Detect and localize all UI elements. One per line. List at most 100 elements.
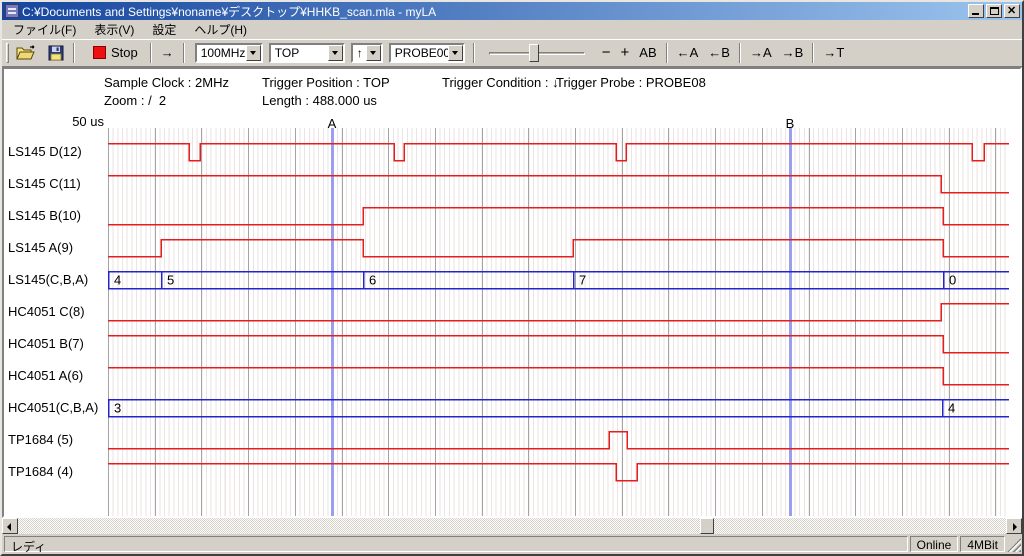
memory-size-badge: 4MBit xyxy=(960,536,1005,552)
close-button[interactable]: ✕ xyxy=(1004,4,1020,18)
status-bar: レディ Online 4MBit xyxy=(2,534,1022,554)
slider-thumb[interactable] xyxy=(529,44,539,62)
toolbar: Stop → 100MHz TOP ↑ PROBE00 − + AB ←A xyxy=(2,39,1022,67)
channel-row: LS145 D(12) xyxy=(4,136,1020,168)
svg-text:6: 6 xyxy=(369,273,376,288)
stop-button[interactable]: Stop xyxy=(85,42,146,64)
maximize-icon xyxy=(990,7,999,15)
run-button[interactable]: → xyxy=(156,42,179,64)
channel-row: HC4051 B(7) xyxy=(4,328,1020,360)
trigger-position-info: Trigger Position : TOP xyxy=(262,75,390,90)
channel-label: LS145(C,B,A) xyxy=(8,264,106,296)
save-file-button[interactable] xyxy=(43,42,69,64)
svg-text:4: 4 xyxy=(948,401,955,416)
move-a-right-button[interactable]: →A xyxy=(745,42,777,64)
signal-waveform xyxy=(108,456,1009,488)
scroll-right-button[interactable] xyxy=(1006,518,1022,534)
arrow-left-icon xyxy=(7,523,11,531)
channel-row: LS145(C,B,A) 4 5 6 7 0 xyxy=(4,264,1020,296)
channel-label: LS145 C(11) xyxy=(8,168,106,200)
svg-text:7: 7 xyxy=(579,273,586,288)
svg-text:5: 5 xyxy=(167,273,174,288)
svg-text:0: 0 xyxy=(949,273,956,288)
scrollbar-track[interactable] xyxy=(18,518,1006,534)
toolbar-separator xyxy=(183,43,185,63)
open-file-button[interactable] xyxy=(13,42,39,64)
signal-waveform xyxy=(108,328,1009,360)
signal-waveform xyxy=(108,360,1009,392)
stop-label: Stop xyxy=(111,45,138,60)
menu-item-3[interactable]: ヘルプ(H) xyxy=(185,19,256,41)
signal-waveform xyxy=(108,168,1009,200)
marker-a-label: A xyxy=(328,116,337,131)
resize-grip[interactable] xyxy=(1007,538,1021,552)
svg-text:4: 4 xyxy=(114,273,121,288)
channel-label: LS145 D(12) xyxy=(8,136,106,168)
channel-label: LS145 A(9) xyxy=(8,232,106,264)
trigger-edge-value: ↑ xyxy=(353,46,366,60)
online-status-badge: Online xyxy=(910,536,959,552)
toolbar-gripper xyxy=(6,43,9,63)
toolbar-separator xyxy=(150,43,152,63)
signal-waveform xyxy=(108,296,1009,328)
channel-label: HC4051 A(6) xyxy=(8,360,106,392)
menu-item-1[interactable]: 表示(V) xyxy=(85,19,143,41)
chevron-down-icon xyxy=(370,51,376,58)
signal-waveform xyxy=(108,424,1009,456)
toolbar-separator xyxy=(73,43,75,63)
open-folder-icon xyxy=(16,45,36,61)
trigger-probe-info: Trigger Probe : PROBE08 xyxy=(556,75,706,90)
channel-row: HC4051(C,B,A)34 xyxy=(4,392,1020,424)
chevron-down-icon xyxy=(332,51,338,58)
channel-row: LS145 A(9) xyxy=(4,232,1020,264)
trigger-position-select[interactable]: TOP xyxy=(269,43,345,63)
scrollbar-thumb[interactable] xyxy=(700,518,714,534)
channel-label: TP1684 (4) xyxy=(8,456,106,488)
channel-label: HC4051(C,B,A) xyxy=(8,392,106,424)
menu-item-2[interactable]: 設定 xyxy=(143,19,185,41)
zoom-in-button[interactable]: + xyxy=(616,42,635,64)
menu-item-0[interactable]: ファイル(F) xyxy=(4,19,85,41)
length-info: Length : 488.000 us xyxy=(262,93,377,108)
minimize-icon xyxy=(972,13,979,15)
zoom-out-button[interactable]: − xyxy=(597,42,616,64)
app-icon xyxy=(5,4,19,18)
move-b-left-button[interactable]: ←B xyxy=(703,42,735,64)
menu-bar: ファイル(F)表示(V)設定ヘルプ(H) xyxy=(2,20,1022,39)
channel-row: TP1684 (4) xyxy=(4,456,1020,488)
waveform-view: Sample Clock : 2MHz Trigger Position : T… xyxy=(2,67,1022,518)
dropdown-button[interactable] xyxy=(246,45,261,61)
trigger-condition-info: Trigger Condition : ↓ xyxy=(442,75,559,90)
toolbar-separator xyxy=(812,43,814,63)
channel-row: TP1684 (5) xyxy=(4,424,1020,456)
title-bar: C:¥Documents and Settings¥noname¥デスクトップ¥… xyxy=(2,2,1022,20)
bus-waveform: 34 xyxy=(108,392,1009,424)
move-a-left-button[interactable]: ←A xyxy=(672,42,704,64)
maximize-button[interactable] xyxy=(986,4,1002,18)
sample-clock-value: 100MHz xyxy=(197,46,246,60)
zoom-slider[interactable] xyxy=(487,42,587,64)
stop-icon xyxy=(93,46,106,59)
ab-markers-button[interactable]: AB xyxy=(634,42,661,64)
trigger-edge-select[interactable]: ↑ xyxy=(351,43,383,63)
time-scale-label: 50 us xyxy=(4,114,104,129)
channel-row: HC4051 A(6) xyxy=(4,360,1020,392)
channel-label: HC4051 C(8) xyxy=(8,296,106,328)
channel-label: LS145 B(10) xyxy=(8,200,106,232)
signal-waveform xyxy=(108,200,1009,232)
dropdown-button[interactable] xyxy=(328,45,343,61)
move-b-right-button[interactable]: →B xyxy=(777,42,809,64)
horizontal-scrollbar[interactable] xyxy=(2,518,1022,534)
channel-row: HC4051 C(8) xyxy=(4,296,1020,328)
marker-b-label: B xyxy=(786,116,795,131)
goto-trigger-button[interactable]: →T xyxy=(818,42,849,64)
dropdown-button[interactable] xyxy=(448,45,463,61)
wave-area: 50 us LS145 D(12)LS145 C(11)LS145 B(10)L… xyxy=(4,114,1020,516)
channel-label: HC4051 B(7) xyxy=(8,328,106,360)
dropdown-button[interactable] xyxy=(366,45,381,61)
svg-text:3: 3 xyxy=(114,401,121,416)
minimize-button[interactable] xyxy=(968,4,984,18)
sample-clock-select[interactable]: 100MHz xyxy=(195,43,263,63)
trigger-probe-select[interactable]: PROBE00 xyxy=(389,43,465,63)
scroll-left-button[interactable] xyxy=(2,518,18,534)
